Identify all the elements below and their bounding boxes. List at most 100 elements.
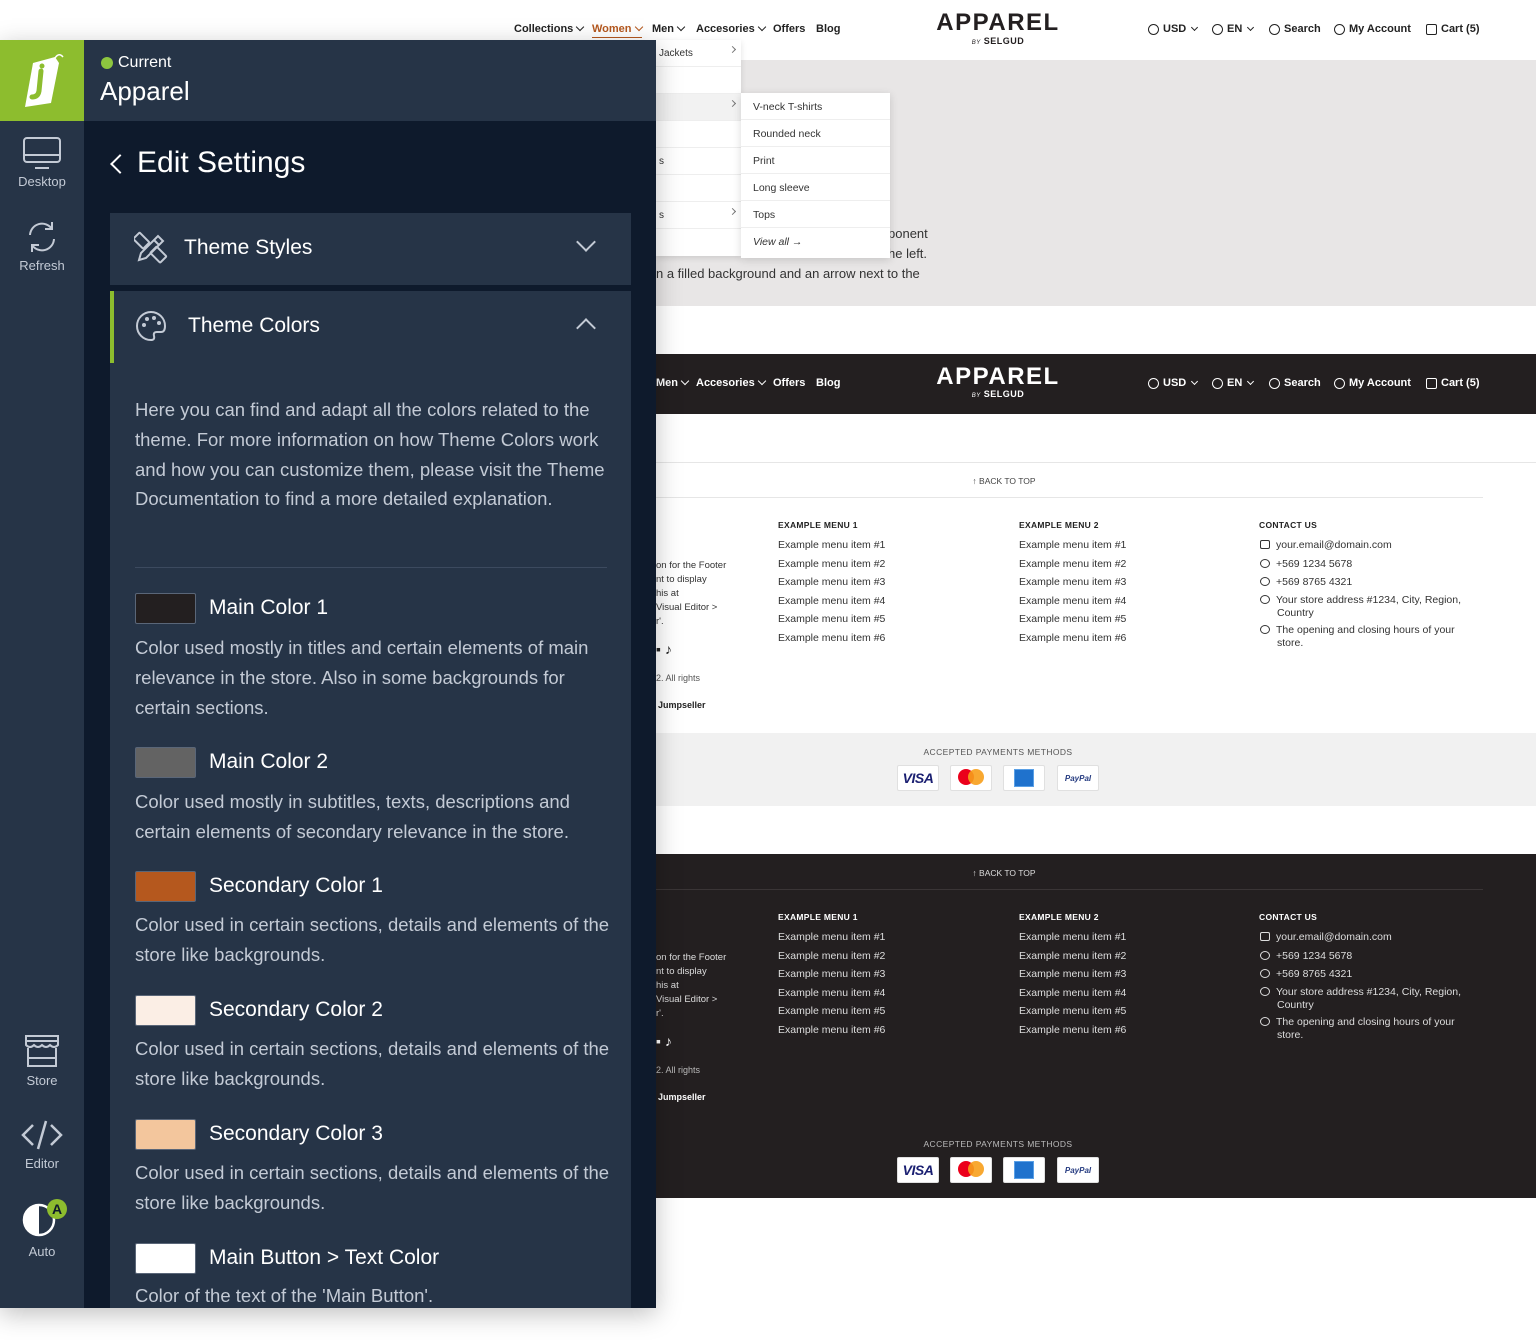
color-swatch-secondary-1[interactable] — [135, 871, 196, 902]
footer-menu2-item[interactable]: Example menu item #3 — [1019, 576, 1126, 588]
submenu-item[interactable]: Tops — [741, 201, 890, 228]
search-link-dark[interactable]: Search — [1269, 377, 1321, 389]
search-icon — [1269, 23, 1280, 35]
footer-menu2-item[interactable]: Example menu item #2 — [1019, 558, 1126, 570]
chevron-right-icon — [728, 45, 737, 54]
nav-accesories[interactable]: Accesories — [696, 22, 766, 35]
theme-styles-section[interactable]: Theme Styles — [110, 213, 631, 285]
submenu-item[interactable]: Rounded neck — [741, 120, 890, 147]
footer-menu2-item[interactable]: Example menu item #3 — [1019, 968, 1126, 980]
contact-phone[interactable]: +569 1234 5678 — [1260, 558, 1352, 570]
footer-menu1-item[interactable]: Example menu item #4 — [778, 595, 885, 607]
dropdown-item[interactable] — [656, 94, 741, 121]
footer-menu2-item[interactable]: Example menu item #5 — [1019, 613, 1126, 625]
footer-jumpseller[interactable]: Jumpseller — [658, 1092, 706, 1102]
paypal-icon: PayPal — [1057, 1157, 1099, 1183]
footer-menu2-item[interactable]: Example menu item #4 — [1019, 595, 1126, 607]
footer-menu1-item[interactable]: Example menu item #6 — [778, 1024, 885, 1036]
dropdown-item[interactable] — [656, 121, 741, 148]
color-swatch-main-button-text[interactable] — [135, 1243, 196, 1274]
footer-menu1-item[interactable]: Example menu item #1 — [778, 539, 885, 551]
payments-title: ACCEPTED PAYMENTS METHODS — [923, 747, 1073, 757]
dropdown-item[interactable] — [656, 67, 741, 94]
footer-menu1-item[interactable]: Example menu item #4 — [778, 987, 885, 999]
dropdown-item[interactable]: Jackets — [656, 40, 741, 67]
currency-selector-dark[interactable]: USD — [1148, 377, 1199, 389]
jumpseller-tag-icon — [25, 53, 64, 107]
color-swatch-secondary-2[interactable] — [135, 995, 196, 1026]
search-link[interactable]: Search — [1269, 23, 1321, 35]
footer-menu1-item[interactable]: Example menu item #6 — [778, 632, 885, 644]
footer-about-line: Visual Editor > — [656, 994, 718, 1005]
view-all-link[interactable]: View all → — [741, 228, 890, 255]
contact-whatsapp[interactable]: +569 8765 4321 — [1260, 576, 1352, 588]
footer-menu2-item[interactable]: Example menu item #2 — [1019, 950, 1126, 962]
footer-menu1-item[interactable]: Example menu item #3 — [778, 968, 885, 980]
nav-women[interactable]: Women — [592, 22, 643, 38]
color-swatch-main-1[interactable] — [135, 593, 196, 624]
footer-menu1-item[interactable]: Example menu item #5 — [778, 613, 885, 625]
theme-colors-section[interactable]: Theme Colors — [110, 291, 631, 363]
language-selector[interactable]: EN — [1212, 23, 1255, 35]
auto-theme-button[interactable]: A Auto — [0, 1199, 84, 1259]
dropdown-item[interactable]: s — [656, 148, 741, 175]
store-button[interactable]: Store — [0, 1033, 84, 1088]
store-logo-dark[interactable]: APPAREL — [918, 363, 1078, 391]
submenu-item[interactable]: Long sleeve — [741, 174, 890, 201]
nav-men[interactable]: Men — [652, 22, 686, 35]
contact-whatsapp[interactable]: +569 8765 4321 — [1260, 968, 1352, 980]
nav-men-dark[interactable]: Men — [656, 376, 690, 389]
theme-colors-label: Theme Colors — [188, 314, 320, 337]
section-divider — [135, 567, 607, 568]
color-swatch-secondary-3[interactable] — [135, 1119, 196, 1150]
language-selector-dark[interactable]: EN — [1212, 377, 1255, 389]
mastercard-logo — [956, 769, 986, 787]
tiktok-icon[interactable]: ▪ ♪ — [656, 641, 672, 657]
contact-phone[interactable]: +569 1234 5678 — [1260, 950, 1352, 962]
cart-link-dark[interactable]: Cart (5) — [1426, 377, 1480, 389]
footer-menu2-item[interactable]: Example menu item #1 — [1019, 931, 1126, 943]
footer-menu2-item[interactable]: Example menu item #5 — [1019, 1005, 1126, 1017]
dropdown-item[interactable]: s — [656, 202, 741, 229]
contact-email[interactable]: your.email@domain.com — [1260, 539, 1392, 551]
footer-menu1-item[interactable]: Example menu item #1 — [778, 931, 885, 943]
bag-icon — [1426, 377, 1437, 389]
nav-offers[interactable]: Offers — [773, 23, 805, 35]
nav-offers-dark[interactable]: Offers — [773, 377, 805, 389]
desktop-button[interactable]: Desktop — [0, 136, 84, 189]
contact-email[interactable]: your.email@domain.com — [1260, 931, 1392, 943]
tiktok-icon[interactable]: ▪ ♪ — [656, 1033, 672, 1049]
nav-collections[interactable]: Collections — [514, 22, 585, 35]
jumpseller-logo[interactable] — [0, 40, 84, 121]
nav-blog[interactable]: Blog — [816, 23, 840, 35]
back-arrow-icon[interactable] — [110, 154, 130, 174]
back-to-top-link[interactable]: ↑ BACK TO TOP — [944, 476, 1064, 486]
editor-button[interactable]: Editor — [0, 1118, 84, 1171]
footer-menu1-item[interactable]: Example menu item #3 — [778, 576, 885, 588]
footer-menu2-item[interactable]: Example menu item #6 — [1019, 1024, 1126, 1036]
dropdown-item[interactable] — [656, 229, 741, 256]
back-to-top-link-dark[interactable]: ↑ BACK TO TOP — [944, 868, 1064, 878]
footer-jumpseller[interactable]: Jumpseller — [658, 700, 706, 710]
nav-accesories-dark[interactable]: Accesories — [696, 376, 766, 389]
cart-link[interactable]: Cart (5) — [1426, 23, 1480, 35]
footer-menu1-item[interactable]: Example menu item #5 — [778, 1005, 885, 1017]
account-link[interactable]: My Account — [1334, 23, 1411, 35]
footer-menu1-item[interactable]: Example menu item #2 — [778, 950, 885, 962]
footer-menu1-item[interactable]: Example menu item #2 — [778, 558, 885, 570]
submenu-item[interactable]: Print — [741, 147, 890, 174]
account-link-dark[interactable]: My Account — [1334, 377, 1411, 389]
currency-selector[interactable]: USD — [1148, 23, 1199, 35]
dropdown-item[interactable] — [656, 175, 741, 202]
footer-menu2-item[interactable]: Example menu item #6 — [1019, 632, 1126, 644]
refresh-button[interactable]: Refresh — [0, 220, 84, 273]
footer-contact-title: CONTACT US — [1259, 912, 1318, 922]
submenu-item[interactable]: V-neck T-shirts — [741, 93, 890, 120]
nav-blog-dark[interactable]: Blog — [816, 377, 840, 389]
phone-icon — [1260, 559, 1270, 568]
footer-menu2-item[interactable]: Example menu item #4 — [1019, 987, 1126, 999]
color-swatch-main-2[interactable] — [135, 747, 196, 778]
footer-divider — [656, 497, 1483, 498]
footer-menu2-item[interactable]: Example menu item #1 — [1019, 539, 1126, 551]
store-logo[interactable]: APPAREL — [918, 9, 1078, 37]
